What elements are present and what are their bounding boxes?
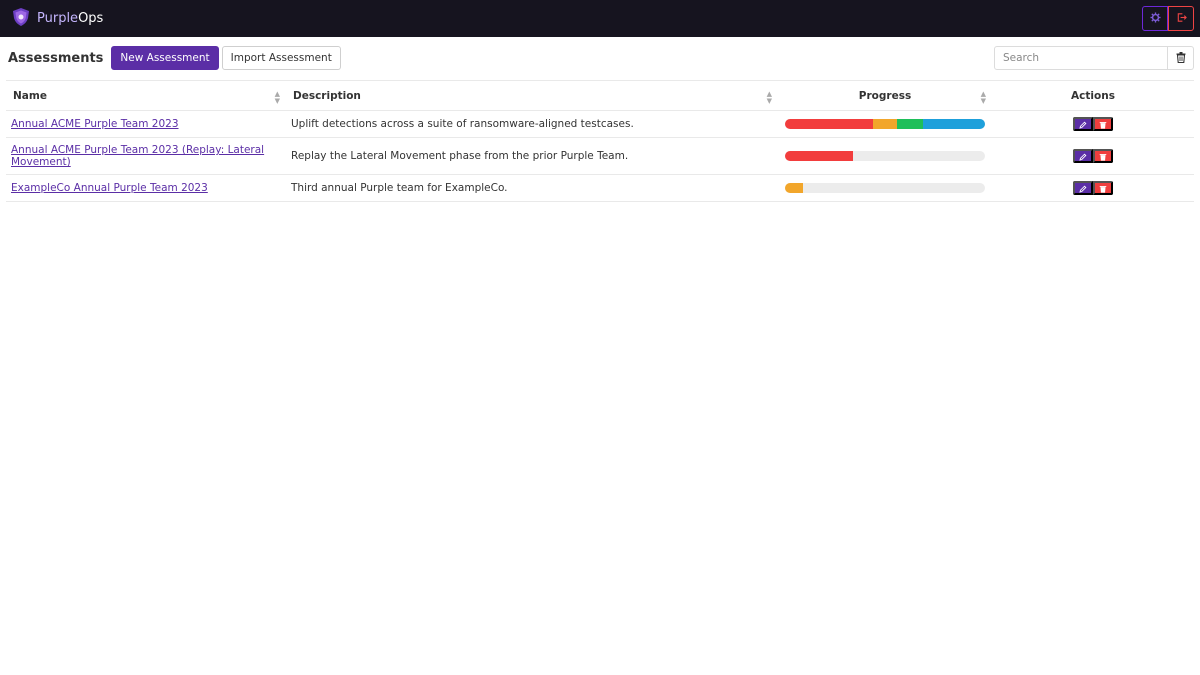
trash-icon [1099,117,1107,132]
actions-cell [992,137,1194,175]
edit-button[interactable] [1073,117,1093,131]
assessment-description: Third annual Purple team for ExampleCo. [286,174,778,202]
table-row: Annual ACME Purple Team 2023 Uplift dete… [6,110,1194,138]
progress-bar [785,183,985,193]
actions-cell [992,110,1194,138]
row-actions [997,149,1189,163]
pencil-icon [1079,181,1087,196]
actions-cell [992,174,1194,202]
edit-button[interactable] [1073,181,1093,195]
shield-logo-icon [11,7,31,30]
progress-segment [897,119,923,129]
progress-cell [778,137,992,175]
search-input[interactable] [994,46,1168,70]
row-actions [997,181,1189,195]
progress-segment [923,119,985,129]
sort-icon: ▲ ▼ [766,90,772,105]
trash-icon [1099,149,1107,164]
pencil-icon [1079,117,1087,132]
toolbar-left: Assessments New Assessment Import Assess… [8,46,341,70]
import-assessment-button[interactable]: Import Assessment [221,46,341,70]
assessment-link[interactable]: ExampleCo Annual Purple Team 2023 [11,182,208,194]
logout-icon [1176,11,1187,26]
progress-segment [785,119,873,129]
toolbar: Assessments New Assessment Import Assess… [0,37,1200,73]
logout-button[interactable] [1168,6,1194,31]
column-header-progress[interactable]: Progress ▲ ▼ [778,80,992,111]
brand[interactable]: PurpleOps [11,7,103,30]
delete-button[interactable] [1093,181,1113,195]
assessment-name-cell: Annual ACME Purple Team 2023 [6,110,286,138]
pencil-icon [1079,149,1087,164]
sort-icon: ▲ ▼ [274,90,280,105]
progress-segment [785,151,853,161]
assessment-link[interactable]: Annual ACME Purple Team 2023 [11,118,179,130]
search-group [994,46,1194,70]
settings-button[interactable] [1142,6,1168,31]
assessments-table: Name ▲ ▼ Description ▲ ▼ Progress ▲ ▼ Actions … [6,80,1194,202]
page-title: Assessments [8,50,104,66]
trash-icon [1176,51,1186,66]
nav-actions [1142,6,1194,31]
column-header-actions: Actions [992,80,1194,111]
navbar: PurpleOps [0,0,1200,37]
sort-icon: ▲ ▼ [980,90,986,105]
trash-icon [1099,181,1107,196]
progress-bar [785,119,985,129]
table-row: Annual ACME Purple Team 2023 (Replay: La… [6,137,1194,175]
new-assessment-button[interactable]: New Assessment [111,46,219,70]
assessment-description: Replay the Lateral Movement phase from t… [286,137,778,175]
assessment-name-cell: Annual ACME Purple Team 2023 (Replay: La… [6,137,286,175]
assessment-description: Uplift detections across a suite of rans… [286,110,778,138]
edit-button[interactable] [1073,149,1093,163]
progress-cell [778,110,992,138]
delete-button[interactable] [1093,149,1113,163]
assessment-name-cell: ExampleCo Annual Purple Team 2023 [6,174,286,202]
row-actions [997,117,1189,131]
column-header-name[interactable]: Name ▲ ▼ [6,80,286,111]
progress-segment [873,119,897,129]
column-header-description[interactable]: Description ▲ ▼ [286,80,778,111]
progress-bar [785,151,985,161]
table-row: ExampleCo Annual Purple Team 2023 Third … [6,174,1194,202]
clear-search-button[interactable] [1168,46,1194,70]
gear-icon [1149,11,1161,26]
table-header-row: Name ▲ ▼ Description ▲ ▼ Progress ▲ ▼ Actions [6,80,1194,111]
brand-name: PurpleOps [37,11,104,26]
delete-button[interactable] [1093,117,1113,131]
progress-cell [778,174,992,202]
assessment-link[interactable]: Annual ACME Purple Team 2023 (Replay: La… [11,144,264,168]
progress-segment [785,183,803,193]
